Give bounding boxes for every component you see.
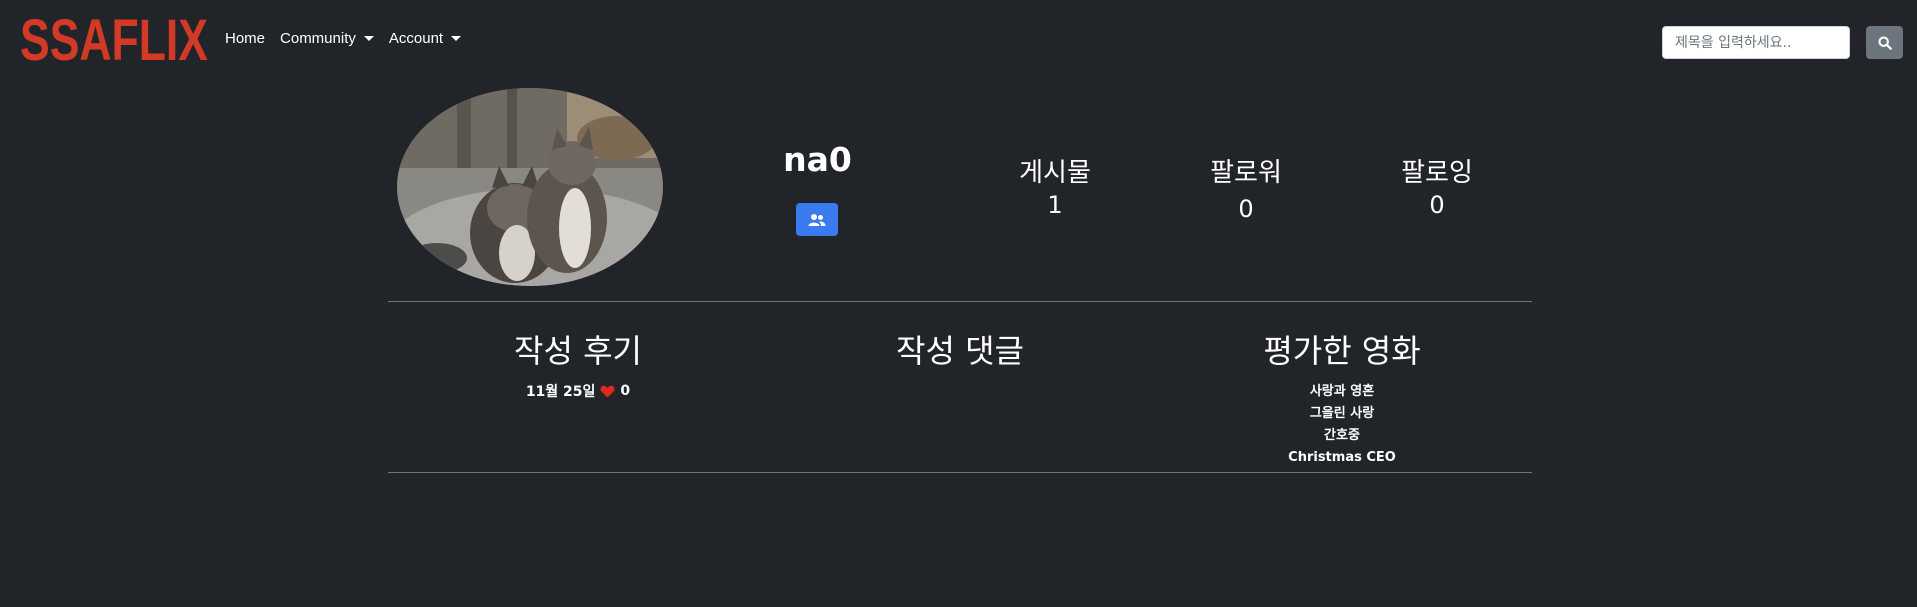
stat-followers-value: 0 xyxy=(1238,195,1254,223)
nav-links: Home Community Account xyxy=(225,30,476,47)
stat-following[interactable]: 팔로잉 0 xyxy=(1357,152,1517,219)
stat-posts-label: 게시물 xyxy=(1019,158,1091,188)
search-button[interactable] xyxy=(1866,26,1903,59)
divider-top xyxy=(388,301,1532,302)
profile-avatar xyxy=(397,88,663,286)
section-reviews: 작성 후기 11월 25일 0 xyxy=(408,326,748,401)
nav-account-label: Account xyxy=(388,30,444,47)
caret-down-icon xyxy=(451,36,462,41)
stat-followers-label: 팔로워 xyxy=(1210,158,1282,188)
follow-button[interactable] xyxy=(796,203,838,236)
search-input[interactable] xyxy=(1662,26,1850,59)
stat-posts: 게시물 1 xyxy=(975,152,1135,219)
search-icon xyxy=(1877,35,1892,50)
rated-movie-item[interactable]: 간호중 xyxy=(1172,425,1512,447)
navbar: SSAFLIX Home Community Account xyxy=(0,0,1917,86)
stat-posts-value: 1 xyxy=(1047,191,1063,219)
rated-movie-list: 사랑과 영혼 그을린 사랑 간호중 Christmas CEO xyxy=(1172,381,1512,469)
nav-account-dropdown[interactable]: Account xyxy=(388,30,462,47)
caret-down-icon xyxy=(363,36,374,41)
heart-icon xyxy=(600,385,615,398)
review-item[interactable]: 11월 25일 0 xyxy=(408,381,748,401)
section-comments-title: 작성 댓글 xyxy=(896,332,1024,370)
stat-followers[interactable]: 팔로워 0 xyxy=(1166,152,1326,223)
stat-following-label: 팔로잉 xyxy=(1401,158,1473,188)
users-icon xyxy=(808,213,826,226)
rated-movie-item[interactable]: 사랑과 영혼 xyxy=(1172,381,1512,403)
nav-home-link[interactable]: Home xyxy=(225,30,265,47)
ssaflix-logo[interactable]: SSAFLIX xyxy=(18,10,210,70)
divider-bottom xyxy=(388,472,1532,473)
stat-following-value: 0 xyxy=(1429,191,1445,219)
review-likes: 0 xyxy=(620,383,631,399)
rated-movie-item[interactable]: Christmas CEO xyxy=(1172,447,1512,469)
rated-movie-item[interactable]: 그을린 사랑 xyxy=(1172,403,1512,425)
section-comments: 작성 댓글 xyxy=(790,326,1130,372)
svg-text:SSAFLIX: SSAFLIX xyxy=(20,10,208,70)
section-rated-movies: 평가한 영화 사랑과 영혼 그을린 사랑 간호중 Christmas CEO xyxy=(1172,326,1512,469)
review-date: 11월 25일 xyxy=(525,384,596,400)
nav-community-label: Community xyxy=(280,30,356,47)
profile-username: na0 xyxy=(783,140,852,179)
nav-home-label: Home xyxy=(225,30,266,47)
section-rated-movies-title: 평가한 영화 xyxy=(1263,332,1421,370)
nav-community-dropdown[interactable]: Community xyxy=(280,30,374,47)
section-reviews-title: 작성 후기 xyxy=(514,332,642,370)
